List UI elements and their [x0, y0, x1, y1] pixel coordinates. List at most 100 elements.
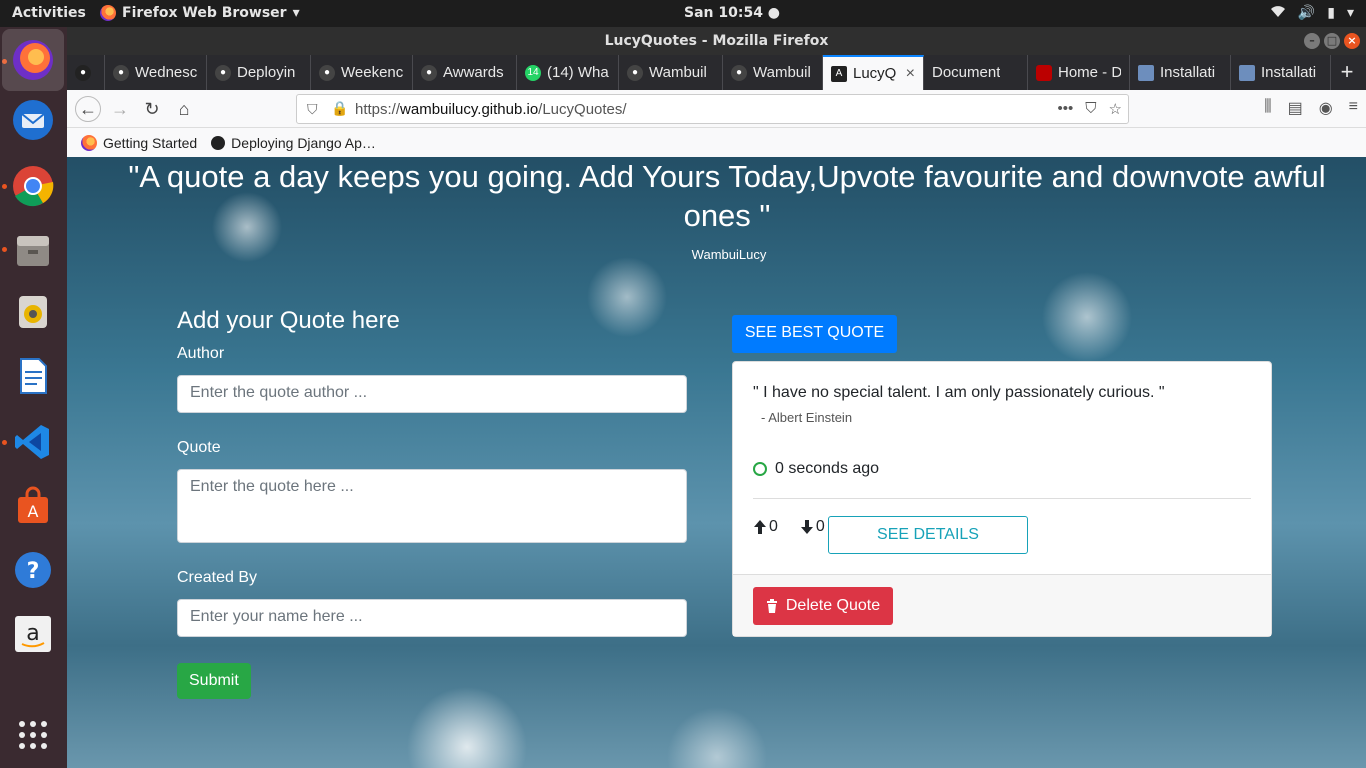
tab-github[interactable]: ● Wednesc: [105, 55, 207, 90]
home-button[interactable]: ⌂: [173, 98, 195, 120]
reload-button[interactable]: ↻: [141, 98, 163, 120]
tab-github[interactable]: ● Awwards: [413, 55, 517, 90]
bookmark-deploying-django[interactable]: Deploying Django Ap…: [211, 135, 376, 151]
bookmark-getting-started[interactable]: Getting Started: [81, 134, 197, 151]
upvote-button[interactable]: 0: [753, 518, 778, 536]
arrow-down-icon: [800, 520, 813, 534]
downvote-button[interactable]: 0: [800, 518, 825, 536]
show-applications-button[interactable]: [8, 710, 58, 760]
tab-github[interactable]: ● Wambuil: [619, 55, 723, 90]
sidebar-icon[interactable]: ▤: [1288, 98, 1303, 118]
bookmark-label: Deploying Django Ap…: [231, 134, 376, 151]
software-launcher[interactable]: A: [8, 481, 58, 531]
maximize-button[interactable]: □: [1324, 33, 1340, 49]
url-text[interactable]: https://wambuilucy.github.io/LucyQuotes/: [355, 101, 627, 118]
window-title: LucyQuotes - Mozilla Firefox: [604, 33, 829, 49]
tab-github[interactable]: ● Wambuil: [723, 55, 823, 90]
tab-whatsapp[interactable]: 14 (14) Wha: [517, 55, 619, 90]
see-best-quote-button[interactable]: SEE BEST QUOTE: [732, 315, 897, 353]
amazon-icon: a: [15, 616, 51, 652]
menu-icon[interactable]: ≡: [1349, 98, 1358, 118]
page-content: "A quote a day keeps you going. Add Your…: [67, 157, 1366, 768]
tab-github[interactable]: ●: [67, 55, 105, 90]
form-title: Add your Quote here: [177, 307, 400, 334]
dock: A ? a: [0, 27, 67, 768]
libreoffice-writer-launcher[interactable]: [8, 351, 58, 401]
author-input[interactable]: Enter the quote author ...: [177, 375, 687, 413]
system-menu[interactable]: 🔊 ▮ ▾: [1270, 4, 1354, 22]
github-icon: ●: [731, 64, 747, 81]
help-icon: ?: [15, 552, 51, 588]
help-launcher[interactable]: ?: [8, 545, 58, 595]
account-icon[interactable]: ◉: [1319, 98, 1333, 118]
svg-text:a: a: [26, 621, 39, 646]
library-icon[interactable]: ⫼: [1264, 98, 1271, 118]
tab-lucyquotes[interactable]: A LucyQ ×: [823, 55, 924, 90]
arrow-up-icon: [754, 520, 766, 534]
close-tab-icon[interactable]: ×: [906, 65, 915, 83]
chrome-launcher[interactable]: [8, 161, 58, 211]
tab-github[interactable]: ● Weekenc: [311, 55, 413, 90]
card-footer: Delete Quote: [733, 574, 1271, 636]
tab-label: Awwards: [443, 64, 504, 81]
page-byline: WambuiLucy: [691, 247, 767, 262]
thunderbird-launcher[interactable]: [8, 95, 58, 145]
see-details-button[interactable]: SEE DETAILS: [828, 516, 1028, 554]
clock[interactable]: San 10:54 ●: [684, 5, 780, 21]
page-actions-icon[interactable]: •••: [1058, 100, 1074, 118]
tab-document[interactable]: Document: [924, 55, 1028, 90]
github-icon: ●: [75, 64, 91, 81]
url-path: /LucyQuotes/: [538, 101, 627, 118]
window-titlebar[interactable]: LucyQuotes - Mozilla Firefox – □ ×: [67, 27, 1366, 55]
quote-timestamp: 0 seconds ago: [753, 460, 879, 478]
github-icon: ●: [319, 64, 335, 81]
tab-home[interactable]: Home - D: [1028, 55, 1130, 90]
rhythmbox-launcher[interactable]: [8, 287, 58, 337]
angular-icon: A: [831, 65, 847, 82]
app-menu-label: Firefox Web Browser: [122, 5, 287, 21]
bookmark-star-icon[interactable]: ☆: [1109, 100, 1122, 118]
volume-icon: 🔊: [1297, 5, 1316, 21]
document-icon: [20, 358, 47, 394]
files-icon: [17, 236, 49, 266]
trash-icon: [766, 599, 777, 613]
github-icon: ●: [627, 64, 643, 81]
svg-text:?: ?: [27, 559, 40, 584]
shield-icon[interactable]: ⛉: [307, 101, 318, 118]
vscode-launcher[interactable]: [8, 417, 58, 467]
clock-label: San 10:54: [684, 5, 763, 21]
delete-quote-button[interactable]: Delete Quote: [753, 587, 893, 625]
submit-button[interactable]: Submit: [177, 663, 251, 699]
firefox-icon: [81, 134, 97, 151]
add-quote-form: Add your Quote here Author Enter the quo…: [177, 307, 687, 699]
app-menu[interactable]: Firefox Web Browser ▾: [100, 5, 300, 21]
lock-icon[interactable]: 🔒: [331, 100, 348, 117]
tab-github[interactable]: ● Deployin: [207, 55, 311, 90]
chevron-down-icon: ▾: [1346, 5, 1354, 21]
author-label: Author: [177, 345, 225, 362]
github-icon: ●: [421, 64, 437, 81]
tab-installation[interactable]: Installati: [1130, 55, 1231, 90]
reload-icon: ↻: [144, 99, 160, 119]
tab-bar: ● ● Wednesc ● Deployin ● Weekenc ● Awwar…: [67, 55, 1366, 90]
back-button[interactable]: ←: [75, 96, 101, 122]
tab-label: Weekenc: [341, 64, 404, 81]
tab-installation[interactable]: Installati: [1231, 55, 1331, 90]
files-launcher[interactable]: [8, 225, 58, 275]
created-by-label: Created By: [177, 569, 258, 586]
whatsapp-icon: 14: [525, 64, 541, 81]
forward-button[interactable]: →: [109, 98, 131, 120]
new-tab-button[interactable]: +: [1334, 59, 1360, 85]
quote-textarea[interactable]: Enter the quote here ...: [177, 469, 687, 543]
pocket-icon[interactable]: ⛉: [1085, 100, 1096, 118]
close-window-button[interactable]: ×: [1344, 33, 1360, 49]
created-by-input[interactable]: Enter your name here ...: [177, 599, 687, 637]
arrow-right-icon: →: [111, 99, 129, 119]
home-icon: [1036, 64, 1052, 81]
activities-button[interactable]: Activities: [12, 5, 86, 21]
url-bar[interactable]: ⛉ 🔒 https://wambuilucy.github.io/LucyQuo…: [296, 94, 1129, 124]
running-indicator: [2, 247, 7, 252]
minimize-button[interactable]: –: [1304, 33, 1320, 49]
amazon-launcher[interactable]: a: [8, 609, 58, 659]
firefox-launcher[interactable]: [2, 29, 64, 91]
